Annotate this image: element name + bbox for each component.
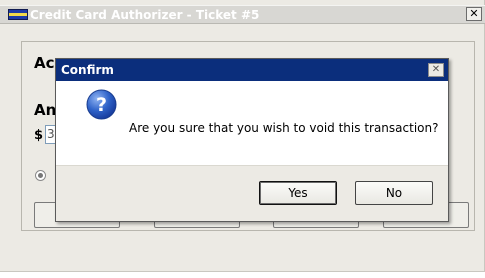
dialog-titlebar: Confirm ✕: [56, 59, 448, 81]
amount-label: An: [34, 101, 57, 119]
main-close-button[interactable]: ✕: [466, 7, 482, 21]
dialog-message: Are you sure that you wish to void this …: [129, 121, 439, 135]
main-titlebar: Credit Card Authorizer - Ticket #5 ✕: [0, 5, 485, 24]
yes-button[interactable]: Yes: [259, 181, 337, 205]
main-window-title: Credit Card Authorizer - Ticket #5: [30, 8, 260, 22]
confirm-dialog: Confirm ✕ ? Are you sure that you wish t…: [55, 58, 449, 222]
svg-text:?: ?: [96, 94, 107, 116]
app-icon: [8, 9, 28, 20]
dialog-title: Confirm: [61, 63, 114, 77]
dialog-close-button[interactable]: ✕: [428, 63, 444, 77]
question-icon: ?: [86, 89, 117, 120]
currency-symbol: $: [34, 128, 44, 143]
account-label: Ac: [34, 54, 55, 72]
no-button[interactable]: No: [355, 181, 433, 205]
radio-option[interactable]: [35, 170, 46, 181]
